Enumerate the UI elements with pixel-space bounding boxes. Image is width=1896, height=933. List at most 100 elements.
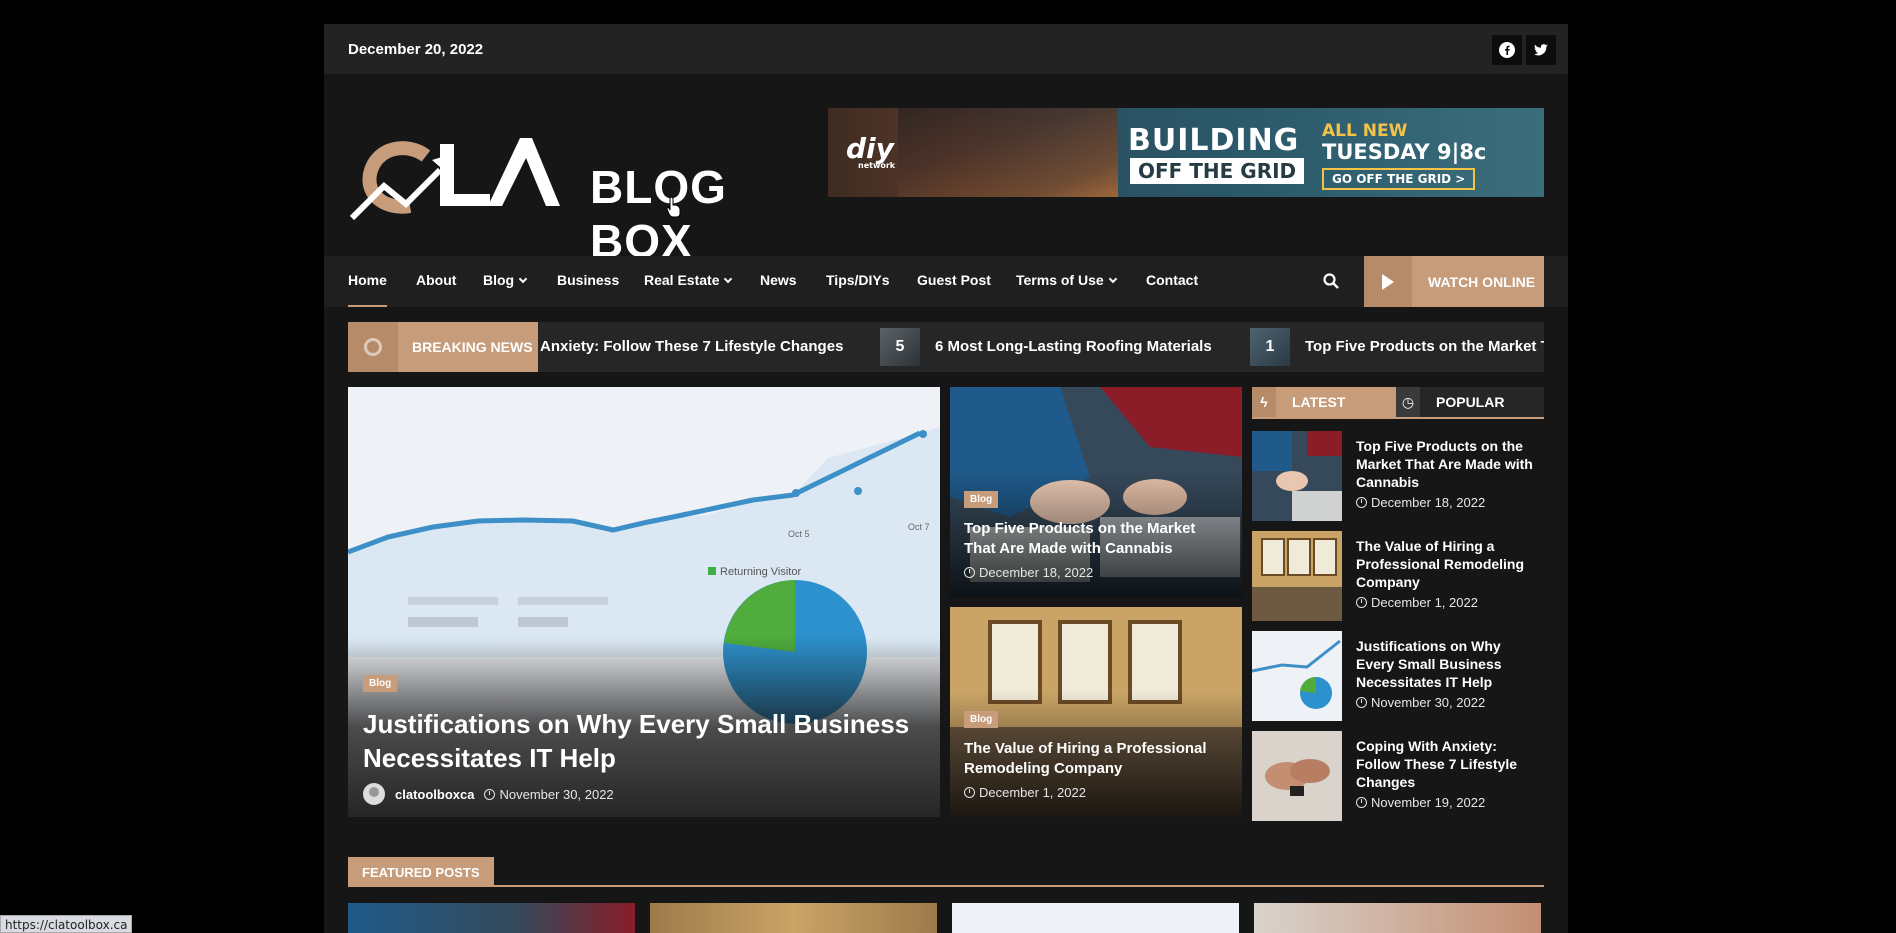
- nav-terms[interactable]: Terms of Use: [1016, 272, 1117, 288]
- nav-label: Terms of Use: [1016, 272, 1104, 288]
- ad-brand: diy network: [846, 132, 895, 170]
- breaking-news-label: BREAKING NEWS: [348, 322, 538, 372]
- card-title[interactable]: Top Five Products on the Market That Are…: [964, 519, 1224, 559]
- ad-headline: BUILDING: [1128, 123, 1300, 158]
- chevron-down-icon: [724, 274, 733, 284]
- nav-label: Real Estate: [644, 272, 720, 288]
- ticker-item[interactable]: Top Five Products on the Market T: [1305, 338, 1544, 355]
- hero-author[interactable]: clatoolboxca: [395, 787, 474, 802]
- list-item[interactable]: The Value of Hiring a Professional Remod…: [1252, 531, 1544, 621]
- hero-date: November 30, 2022: [499, 786, 614, 802]
- nav-tips[interactable]: Tips/DIYs: [826, 272, 890, 288]
- ad-all-new: ALL NEW: [1322, 121, 1408, 141]
- watch-online-button[interactable]: WATCH ONLINE: [1364, 256, 1544, 307]
- logo-text: BLOG BOX: [590, 161, 727, 267]
- facebook-icon: [1499, 42, 1515, 58]
- main-nav: Home About Blog Business Real Estate New…: [324, 256, 1568, 307]
- nav-label: Home: [348, 272, 387, 288]
- chevron-down-icon: [518, 274, 528, 284]
- card-title[interactable]: The Value of Hiring a Professional Remod…: [964, 739, 1224, 779]
- list-item-title[interactable]: Top Five Products on the Market That Are…: [1356, 437, 1536, 491]
- featured-card[interactable]: [952, 903, 1239, 933]
- ad-cta: GO OFF THE GRID >: [1322, 168, 1476, 190]
- nav-guest-post[interactable]: Guest Post: [917, 272, 991, 288]
- nav-label: Tips/DIYs: [826, 272, 890, 288]
- bolt-icon: ϟ: [1252, 387, 1276, 417]
- nav-home[interactable]: Home: [348, 272, 387, 307]
- clock-icon: [1356, 797, 1367, 808]
- nav-label: Blog: [483, 272, 515, 288]
- list-item-date: December 1, 2022: [1356, 595, 1478, 610]
- facebook-link[interactable]: [1492, 35, 1522, 65]
- tab-latest-label: LATEST: [1292, 394, 1346, 410]
- ad-time: TUESDAY 9|8c: [1322, 140, 1487, 164]
- chevron-down-icon: [1108, 274, 1117, 284]
- nav-about[interactable]: About: [416, 272, 456, 288]
- logo-mark: [349, 138, 560, 221]
- ticker-item[interactable]: Anxiety: Follow These 7 Lifestyle Change…: [540, 338, 843, 355]
- post-thumbnail: [1252, 531, 1342, 621]
- latest-popular-tabs: ϟ LATEST ◷ POPULAR: [1252, 387, 1544, 419]
- clock-icon: [1356, 497, 1367, 508]
- nav-blog[interactable]: Blog: [483, 272, 528, 288]
- current-date: December 20, 2022: [348, 41, 484, 58]
- site-logo[interactable]: BLOG BOX: [348, 124, 808, 267]
- clock-icon: [1356, 697, 1367, 708]
- search-icon[interactable]: [1322, 272, 1340, 290]
- nav-label: Contact: [1146, 272, 1199, 288]
- clock-icon: [964, 567, 975, 578]
- twitter-icon: [1534, 44, 1548, 56]
- clock-icon: [964, 787, 975, 798]
- featured-posts-header: FEATURED POSTS: [348, 857, 1544, 887]
- breaking-news-text: BREAKING NEWS: [412, 339, 533, 355]
- card-meta: December 18, 2022: [964, 565, 1093, 580]
- nav-business[interactable]: Business: [557, 272, 619, 288]
- hand-cursor-icon: [666, 196, 681, 218]
- nav-contact[interactable]: Contact: [1146, 272, 1198, 288]
- hero-image-text-3: Returning Visitor: [720, 566, 801, 578]
- ticker-number: 5: [880, 328, 920, 366]
- list-item-title[interactable]: The Value of Hiring a Professional Remod…: [1356, 537, 1536, 591]
- ad-banner[interactable]: diy network BUILDING OFF THE GRID ALL NEW…: [828, 108, 1544, 197]
- card-category[interactable]: Blog: [964, 491, 999, 508]
- ticker-item[interactable]: 6 Most Long-Lasting Roofing Materials: [935, 338, 1212, 355]
- ad-subheadline: OFF THE GRID: [1130, 158, 1305, 184]
- hero-title[interactable]: Justifications on Why Every Small Busine…: [363, 707, 923, 775]
- nav-label: About: [416, 272, 457, 288]
- tab-popular[interactable]: ◷ POPULAR: [1396, 387, 1544, 417]
- tab-latest[interactable]: ϟ LATEST: [1252, 387, 1396, 417]
- nav-label: News: [760, 272, 797, 288]
- hero-image-text-2: Oct 7: [908, 522, 930, 532]
- post-thumbnail: [1252, 631, 1342, 721]
- card-category[interactable]: Blog: [964, 711, 999, 728]
- nav-news[interactable]: News: [760, 272, 797, 288]
- list-item[interactable]: Justifications on Why Every Small Busine…: [1252, 631, 1544, 721]
- featured-card[interactable]: [650, 903, 937, 933]
- list-item[interactable]: Top Five Products on the Market That Are…: [1252, 431, 1544, 521]
- post-thumbnail: [1252, 431, 1342, 521]
- featured-posts-label: FEATURED POSTS: [348, 857, 494, 887]
- list-item-date-text: December 1, 2022: [1371, 595, 1478, 610]
- list-item-date: December 18, 2022: [1356, 495, 1485, 510]
- hero-post[interactable]: Oct 5 Oct 7 Returning Visitor Blog Justi…: [348, 387, 940, 817]
- avatar: [363, 783, 385, 805]
- list-item-title[interactable]: Justifications on Why Every Small Busine…: [1356, 637, 1536, 691]
- ad-brand-sub: network: [858, 161, 896, 170]
- hero-meta: clatoolboxca November 30, 2022: [363, 783, 614, 805]
- nav-real-estate[interactable]: Real Estate: [644, 272, 733, 288]
- featured-card[interactable]: [1254, 903, 1541, 933]
- ad-house-image: [898, 108, 1118, 197]
- nav-label: Guest Post: [917, 272, 991, 288]
- list-item-title[interactable]: Coping With Anxiety: Follow These 7 Life…: [1356, 737, 1536, 791]
- twitter-link[interactable]: [1526, 35, 1556, 65]
- post-card[interactable]: Blog Top Five Products on the Market Tha…: [950, 387, 1242, 597]
- featured-card[interactable]: [348, 903, 635, 933]
- post-card[interactable]: Blog The Value of Hiring a Professional …: [950, 607, 1242, 817]
- list-item[interactable]: Coping With Anxiety: Follow These 7 Life…: [1252, 731, 1544, 821]
- list-item-date-text: November 30, 2022: [1371, 695, 1486, 710]
- list-item-date-text: November 19, 2022: [1371, 795, 1486, 810]
- pause-icon[interactable]: [348, 322, 398, 372]
- list-item-date: November 19, 2022: [1356, 795, 1485, 810]
- card-meta: December 1, 2022: [964, 785, 1086, 800]
- hero-category[interactable]: Blog: [363, 675, 398, 692]
